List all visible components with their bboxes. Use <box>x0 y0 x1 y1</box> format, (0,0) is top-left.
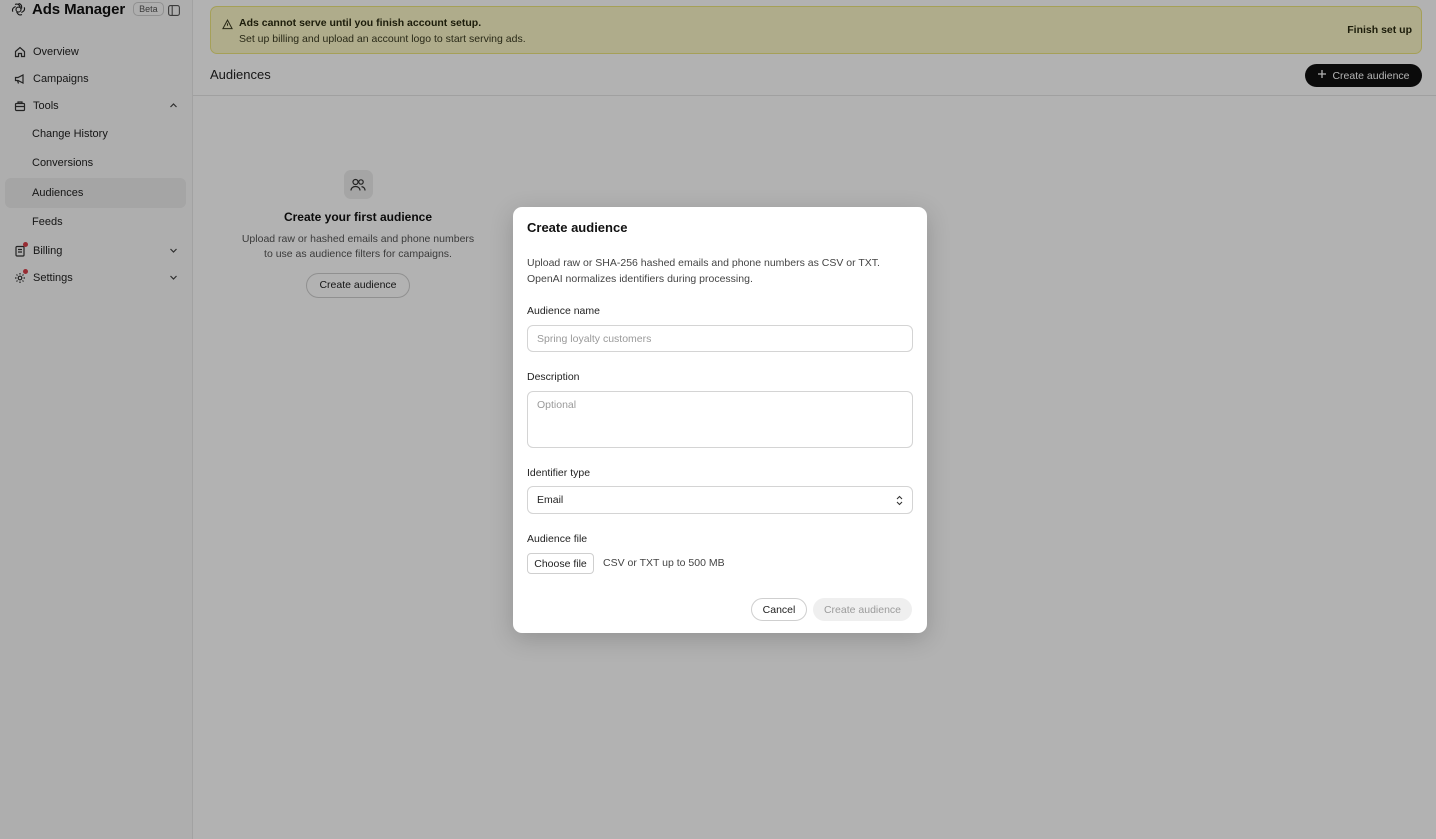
audience-name-label: Audience name <box>527 305 600 317</box>
description-label: Description <box>527 371 580 383</box>
create-audience-submit-button[interactable]: Create audience <box>813 598 912 621</box>
select-value: Email <box>537 494 564 506</box>
audience-name-input[interactable] <box>527 325 913 352</box>
description-textarea[interactable] <box>527 391 913 448</box>
dialog-title: Create audience <box>527 220 628 235</box>
identifier-type-label: Identifier type <box>527 467 591 479</box>
dialog-description: Upload raw or SHA-256 hashed emails and … <box>527 257 880 285</box>
file-hint: CSV or TXT up to 500 MB <box>603 557 725 569</box>
create-audience-dialog: Create audience Upload raw or SHA-256 ha… <box>513 207 927 633</box>
cancel-button[interactable]: Cancel <box>751 598 807 621</box>
audience-file-label: Audience file <box>527 533 588 545</box>
choose-file-button[interactable]: Choose file <box>527 553 594 574</box>
chevron-up-down-icon <box>895 495 904 506</box>
identifier-type-select[interactable]: Email <box>527 486 913 514</box>
